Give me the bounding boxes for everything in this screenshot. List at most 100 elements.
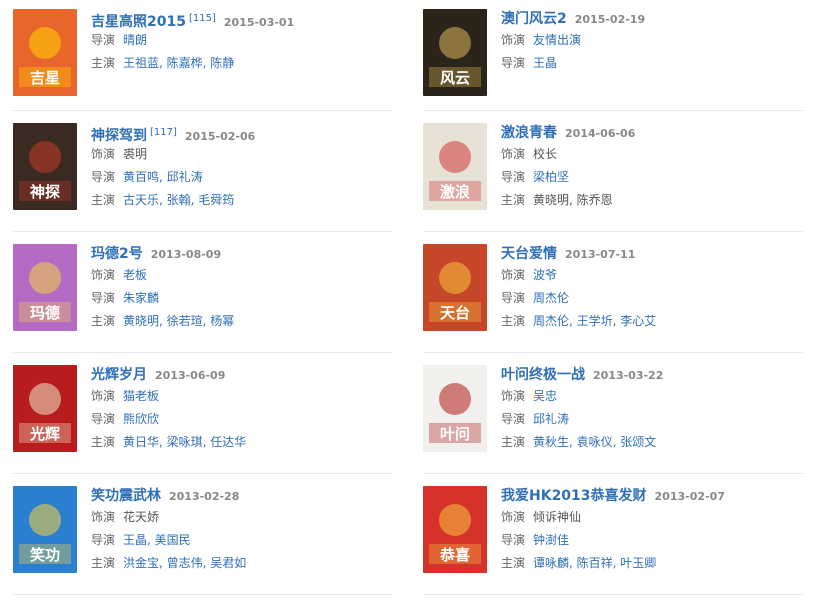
meta-value: 校长 [533, 147, 558, 161]
row-divider [13, 594, 393, 595]
movie-meta-row: 导演 王晶 [501, 52, 813, 75]
meta-label: 主演 [501, 556, 526, 570]
movie-title-link[interactable]: 我爱HK2013恭喜发财 [501, 488, 647, 504]
movie-card: 天台 天台爱情 2013-07-11 饰演 波爷 导演 周杰伦 主演 周杰伦, 王学圻,… [423, 244, 813, 342]
movie-card: 激浪 激浪青春 2014-06-06 饰演 校长 导演 梁柏坚 主演 黄晓明, 陈乔恩 [423, 123, 813, 221]
meta-label: 导演 [91, 170, 116, 184]
meta-value[interactable]: 钟澍佳 [533, 533, 569, 547]
poster-title-art: 恭喜 [439, 546, 470, 564]
meta-value[interactable]: 老板 [123, 268, 147, 282]
filmography-grid: 吉星 吉星高照2015 [115] 2015-03-01 导演 晴朗 主演 王祖蓝, 陈… [0, 0, 820, 605]
citation-link[interactable]: [117] [150, 127, 177, 138]
movie-title-link[interactable]: 光辉岁月 [91, 367, 147, 383]
meta-value[interactable]: 王晶, 美国民 [123, 533, 191, 547]
meta-label: 饰演 [501, 510, 526, 524]
movie-card: 吉星 吉星高照2015 [115] 2015-03-01 导演 晴朗 主演 王祖蓝, 陈… [13, 9, 403, 107]
movie-meta-row: 主演 洪金宝, 曾志伟, 吴君如 [91, 552, 403, 575]
meta-value[interactable]: 周杰伦 [533, 291, 569, 305]
title-line: 神探驾到 [117] 2015-02-06 [91, 123, 403, 144]
movie-title-link[interactable]: 神探驾到 [91, 128, 147, 144]
meta-label: 主演 [91, 556, 116, 570]
movie-meta-row: 饰演 裘明 [91, 143, 403, 166]
meta-label: 主演 [501, 435, 526, 449]
movie-info: 叶问终极一战 2013-03-22 饰演 吴忠 导演 邱礼涛 主演 黄秋生, 袁咏仪, … [501, 365, 813, 454]
movie-poster[interactable]: 光辉 [13, 365, 77, 452]
meta-label: 饰演 [91, 268, 116, 282]
movie-meta-row: 导演 王晶, 美国民 [91, 529, 403, 552]
citation-link[interactable]: [115] [189, 13, 216, 24]
meta-value[interactable]: 友情出演 [533, 33, 581, 47]
movie-poster[interactable]: 叶问 [423, 365, 487, 452]
meta-label: 主演 [91, 314, 116, 328]
movie-poster[interactable]: 激浪 [423, 123, 487, 210]
movie-poster[interactable]: 风云 [423, 9, 487, 96]
meta-value[interactable]: 黄百鸣, 邱礼涛 [123, 170, 203, 184]
movie-title-link[interactable]: 激浪青春 [501, 125, 557, 141]
release-date: 2015-02-19 [574, 13, 646, 26]
meta-label: 饰演 [501, 268, 526, 282]
movie-meta-row: 主演 王祖蓝, 陈嘉桦, 陈静 [91, 52, 403, 75]
meta-value[interactable]: 黄日华, 梁咏琪, 任达华 [123, 435, 246, 449]
movie-card: 风云 澳门风云2 2015-02-19 饰演 友情出演 导演 王晶 [423, 9, 813, 107]
meta-value[interactable]: 王祖蓝, 陈嘉桦, 陈静 [123, 56, 234, 70]
meta-label: 导演 [91, 533, 116, 547]
release-date: 2013-08-09 [150, 248, 222, 261]
meta-value[interactable]: 猫老板 [123, 389, 159, 403]
release-date: 2015-02-06 [184, 130, 256, 143]
movie-card: 笑功 笑功震武林 2013-02-28 饰演 花天娇 导演 王晶, 美国民 主演 洪金宝… [13, 486, 403, 584]
movie-meta-row: 饰演 吴忠 [501, 385, 813, 408]
movie-poster[interactable]: 玛德 [13, 244, 77, 331]
movie-poster[interactable]: 天台 [423, 244, 487, 331]
meta-value[interactable]: 吴忠 [533, 389, 557, 403]
movie-title-link[interactable]: 玛德2号 [91, 246, 143, 262]
meta-label: 导演 [501, 533, 526, 547]
movie-title-link[interactable]: 天台爱情 [501, 246, 557, 262]
row-divider [13, 110, 393, 111]
movie-info: 神探驾到 [117] 2015-02-06 饰演 裘明 导演 黄百鸣, 邱礼涛 主演 古天… [91, 123, 403, 212]
meta-label: 导演 [91, 412, 116, 426]
movie-poster[interactable]: 神探 [13, 123, 77, 210]
meta-value[interactable]: 梁柏坚 [533, 170, 569, 184]
movie-info: 我爱HK2013恭喜发财 2013-02-07 饰演 倾诉神仙 导演 钟澍佳 主演 谭咏… [501, 486, 813, 575]
movie-poster[interactable]: 笑功 [13, 486, 77, 573]
meta-value[interactable]: 熊欣欣 [123, 412, 159, 426]
meta-label: 饰演 [501, 147, 526, 161]
meta-label: 饰演 [501, 33, 526, 47]
poster-title-art: 光辉 [29, 425, 60, 443]
movie-info: 天台爱情 2013-07-11 饰演 波爷 导演 周杰伦 主演 周杰伦, 王学圻, 李心… [501, 244, 813, 333]
movie-meta-row: 主演 周杰伦, 王学圻, 李心艾 [501, 310, 813, 333]
release-date: 2013-06-09 [155, 369, 226, 382]
meta-value[interactable]: 波爷 [533, 268, 557, 282]
poster-title-art: 笑功 [30, 546, 60, 564]
meta-value[interactable]: 黄秋生, 袁咏仪, 张颂文 [533, 435, 656, 449]
movie-meta-row: 饰演 波爷 [501, 264, 813, 287]
movie-meta-row: 饰演 友情出演 [501, 29, 813, 52]
row-divider [423, 594, 803, 595]
movie-title-link[interactable]: 澳门风云2 [501, 11, 567, 27]
meta-label: 饰演 [91, 147, 116, 161]
poster-title-art: 天台 [440, 304, 470, 322]
meta-value[interactable]: 邱礼涛 [533, 412, 569, 426]
meta-value[interactable]: 王晶 [533, 56, 557, 70]
movie-poster[interactable]: 恭喜 [423, 486, 487, 573]
movie-title-link[interactable]: 叶问终极一战 [501, 367, 585, 383]
meta-value[interactable]: 黄晓明, 徐若瑄, 杨幂 [123, 314, 234, 328]
movie-meta-row: 导演 黄百鸣, 邱礼涛 [91, 166, 403, 189]
row-divider [13, 473, 393, 474]
movie-meta-row: 导演 熊欣欣 [91, 408, 403, 431]
meta-label: 主演 [91, 56, 116, 70]
movie-title-link[interactable]: 笑功震武林 [91, 488, 161, 504]
meta-value[interactable]: 洪金宝, 曾志伟, 吴君如 [123, 556, 246, 570]
meta-value[interactable]: 谭咏麟, 陈百祥, 叶玉卿 [533, 556, 656, 570]
poster-title-art: 风云 [440, 69, 470, 87]
title-line: 天台爱情 2013-07-11 [501, 244, 813, 264]
meta-value[interactable]: 晴朗 [123, 33, 147, 47]
meta-value[interactable]: 周杰伦, 王学圻, 李心艾 [533, 314, 656, 328]
title-line: 玛德2号 2013-08-09 [91, 244, 403, 264]
meta-label: 导演 [501, 170, 526, 184]
movie-poster[interactable]: 吉星 [13, 9, 77, 96]
meta-value[interactable]: 朱家麟 [123, 291, 159, 305]
movie-title-link[interactable]: 吉星高照2015 [91, 14, 186, 30]
meta-value[interactable]: 古天乐, 张翰, 毛舜筠 [123, 193, 234, 207]
movie-info: 澳门风云2 2015-02-19 饰演 友情出演 导演 王晶 [501, 9, 813, 75]
